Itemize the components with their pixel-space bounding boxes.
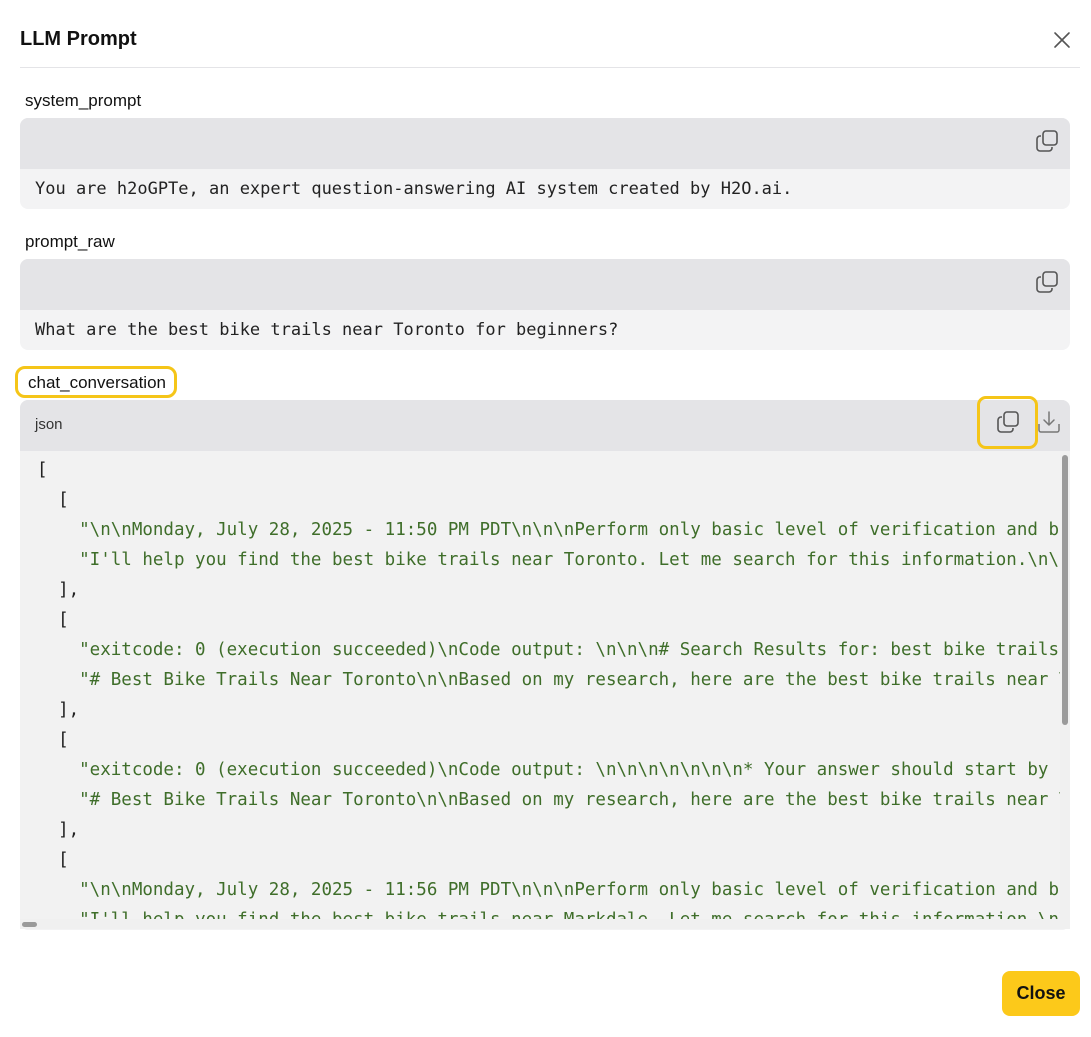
json-line: "\n\nMonday, July 28, 2025 - 11:50 PM PD… xyxy=(37,520,1060,540)
system-prompt-toolbar xyxy=(20,118,1070,169)
horizontal-scrollbar-thumb[interactable] xyxy=(22,922,37,927)
system-prompt-label: system_prompt xyxy=(25,91,142,110)
vertical-scrollbar[interactable] xyxy=(1060,451,1070,919)
chat-conversation-toolbar: json xyxy=(20,396,1070,451)
json-line: [ xyxy=(37,460,48,480)
json-line: "I'll help you find the best bike trails… xyxy=(37,550,1060,570)
prompt-raw-box: What are the best bike trails near Toron… xyxy=(20,259,1070,350)
system-prompt-box: You are h2oGPTe, an expert question-answ… xyxy=(20,118,1070,209)
horizontal-scrollbar[interactable] xyxy=(20,919,1070,929)
json-line: "exitcode: 0 (execution succeeded)\nCode… xyxy=(37,640,1059,660)
close-icon[interactable] xyxy=(1050,28,1074,52)
download-icon[interactable] xyxy=(1036,409,1062,435)
json-line: "exitcode: 0 (execution succeeded)\nCode… xyxy=(37,760,1060,780)
header-divider xyxy=(20,67,1080,68)
json-line: "\n\nMonday, July 28, 2025 - 11:56 PM PD… xyxy=(37,880,1060,900)
chat-conversation-label: chat_conversation xyxy=(15,366,177,398)
language-label: json xyxy=(35,416,63,433)
system-prompt-text: You are h2oGPTe, an expert question-answ… xyxy=(35,179,793,199)
prompt-raw-label: prompt_raw xyxy=(25,232,115,251)
close-button[interactable]: Close xyxy=(1002,971,1080,1016)
json-line: [ xyxy=(37,730,69,750)
dialog-title: LLM Prompt xyxy=(20,28,137,50)
json-line: [ xyxy=(37,490,69,510)
copy-icon[interactable] xyxy=(995,409,1021,435)
prompt-raw-text: What are the best bike trails near Toron… xyxy=(35,320,619,340)
json-line: "I'll help you find the best bike trails… xyxy=(37,910,1060,919)
json-line: "# Best Bike Trails Near Toronto\n\nBase… xyxy=(37,790,1060,810)
chat-conversation-box: json [ [ "\n\nMonday, July 28, 2025 - 11… xyxy=(20,396,1070,930)
json-line: ], xyxy=(37,580,80,600)
json-line: ], xyxy=(37,700,80,720)
prompt-raw-toolbar xyxy=(20,259,1070,310)
copy-icon[interactable] xyxy=(1034,269,1060,295)
json-line: [ xyxy=(37,850,69,870)
json-line: "# Best Bike Trails Near Toronto\n\nBase… xyxy=(37,670,1060,690)
json-line: ], xyxy=(37,820,80,840)
copy-icon[interactable] xyxy=(1034,128,1060,154)
vertical-scrollbar-thumb[interactable] xyxy=(1062,455,1068,725)
json-line: [ xyxy=(37,610,69,630)
json-viewer[interactable]: [ [ "\n\nMonday, July 28, 2025 - 11:50 P… xyxy=(20,451,1060,919)
